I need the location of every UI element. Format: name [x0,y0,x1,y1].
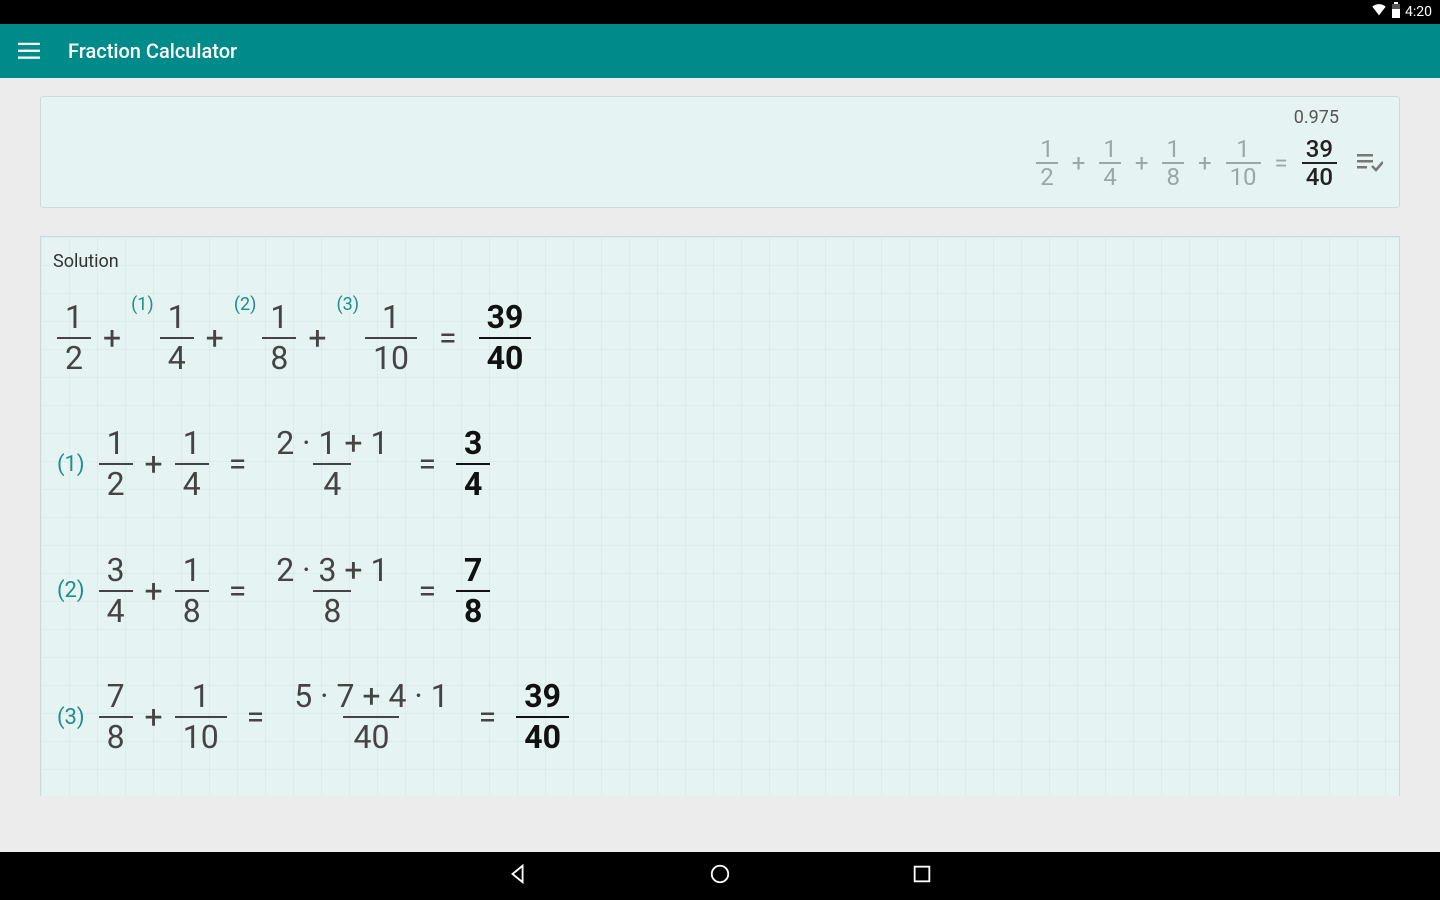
equals-op: = [435,319,461,357]
equation-row: 1 2 + 1 4 + 1 8 + 1 10 = 39 40 [1036,136,1383,191]
step-row: (3) 7 8 + 1 10 = 5 · 7 + 4 · 1 40 = 39 4… [53,677,1387,757]
step-ref: (3) [337,294,360,315]
step-row: (2) 3 4 + 1 8 = 2 · 3 + 1 8 = 7 8 [53,551,1387,631]
step-fraction-b: 1 8 [175,551,209,631]
step-ref: (1) [131,294,154,315]
step-fraction-b: 1 10 [175,677,227,757]
plus-op: + [141,698,167,736]
summary-fraction: 1 10 [365,298,417,378]
step-fraction-a: 3 4 [99,551,133,631]
summary-answer: 39 40 [479,298,532,378]
step-fraction-b: 1 4 [175,424,209,504]
status-bar: 4:20 [0,0,1440,24]
plus-op: + [141,572,167,610]
step-fraction-a: 7 8 [99,677,133,757]
plus-op: + [99,319,125,357]
input-fraction: 1 10 [1226,136,1261,191]
summary-fraction: 1 2 [57,298,91,378]
equals-op: = [225,445,251,483]
playlist-check-icon[interactable] [1357,152,1383,174]
step-answer: 39 40 [516,677,569,757]
plus-op: + [1068,149,1090,177]
summary-row: 1 2 + (1) 1 4 + (2) 1 8 + (3) 1 10 = 3 [53,298,1387,378]
input-fraction: 1 8 [1162,136,1184,191]
equals-op: = [475,698,501,736]
equals-op: = [414,572,440,610]
step-ref: (2) [234,294,257,315]
equals-op: = [225,572,251,610]
app-bar: Fraction Calculator [0,24,1440,78]
plus-op: + [304,319,330,357]
battery-icon [1391,2,1401,22]
nav-recent-icon[interactable] [911,863,933,889]
solution-title: Solution [53,251,1387,272]
equals-op: = [243,698,269,736]
step-answer: 3 4 [456,424,490,504]
plus-op: + [202,319,228,357]
result-card: 0.975 1 2 + 1 4 + 1 8 + 1 10 = 39 [40,96,1400,208]
step-row: (1) 1 2 + 1 4 = 2 · 1 + 1 4 = 3 4 [53,424,1387,504]
wifi-icon [1371,2,1387,22]
step-fraction-a: 1 2 [99,424,133,504]
result-fraction: 39 40 [1302,136,1337,191]
step-label: (1) [57,452,85,477]
decimal-result: 0.975 [1294,107,1383,128]
nav-home-icon[interactable] [709,863,731,889]
plus-op: + [141,445,167,483]
step-work: 2 · 3 + 1 8 [266,551,398,631]
equals-op: = [414,445,440,483]
equals-op: = [1271,149,1292,177]
input-fraction: 1 2 [1036,136,1058,191]
app-title: Fraction Calculator [68,39,237,63]
step-work: 5 · 7 + 4 · 1 40 [284,677,458,757]
step-answer: 7 8 [456,551,490,631]
nav-back-icon[interactable] [507,863,529,889]
nav-bar [0,852,1440,900]
plus-op: + [1194,149,1216,177]
summary-fraction: 1 8 [262,298,296,378]
step-label: (3) [57,705,85,730]
plus-op: + [1131,149,1153,177]
summary-fraction: 1 4 [160,298,194,378]
solution-card: Solution 1 2 + (1) 1 4 + (2) 1 8 + (3) 1 [40,236,1400,796]
step-work: 2 · 1 + 1 4 [266,424,398,504]
status-time: 4:20 [1405,4,1432,20]
input-fraction: 1 4 [1099,136,1121,191]
hamburger-icon[interactable] [18,42,40,60]
step-label: (2) [57,578,85,603]
